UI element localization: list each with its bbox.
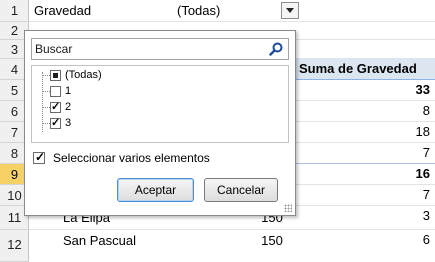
tree-line xyxy=(42,123,50,124)
filter-item-label: 3 xyxy=(65,117,72,129)
checkbox-indeterminate[interactable] xyxy=(50,69,61,81)
multi-select-checkbox[interactable] xyxy=(33,150,45,164)
cancel-button[interactable]: Cancelar xyxy=(204,178,278,202)
tree-line xyxy=(42,75,50,76)
column-header-suma[interactable]: Suma de Gravedad xyxy=(295,58,435,80)
value-cell[interactable]: 33 xyxy=(330,79,430,101)
filter-item-2[interactable]: 2 xyxy=(50,100,71,114)
row-label[interactable]: San Pascual xyxy=(63,230,136,252)
tree-line xyxy=(42,91,50,92)
filter-item-label: (Todas) xyxy=(65,69,102,81)
value-cell[interactable]: 18 xyxy=(330,121,430,143)
filter-item-1[interactable]: 1 xyxy=(50,84,71,98)
resize-grip-icon[interactable] xyxy=(284,204,292,212)
filter-field-cell[interactable]: Gravedad xyxy=(30,0,170,21)
dropdown-arrow-icon xyxy=(286,8,294,13)
filter-dropdown-panel: Buscar (Todas) 1 2 3 Seleccionar va xyxy=(24,30,296,216)
multi-select-label: Seleccionar varios elementos xyxy=(53,151,210,165)
row-number[interactable]: 1 xyxy=(0,0,29,22)
value-cell[interactable]: 8 xyxy=(330,100,430,122)
search-input[interactable]: Buscar xyxy=(31,38,289,60)
value-cell[interactable]: 7 xyxy=(330,184,430,206)
value-cell[interactable]: 16 xyxy=(330,163,430,185)
row-mid-value[interactable]: 150 xyxy=(250,230,294,252)
filter-item-label: 1 xyxy=(65,85,72,97)
accept-button[interactable]: Aceptar xyxy=(117,178,194,202)
filter-value-cell[interactable]: (Todas) xyxy=(171,0,281,21)
search-icon[interactable] xyxy=(269,42,283,56)
filter-item-list: (Todas) 1 2 3 xyxy=(31,65,289,143)
value-cell[interactable]: 3 xyxy=(330,205,430,227)
value-cell[interactable]: 6 xyxy=(330,229,430,251)
row-number[interactable]: 12 xyxy=(0,230,29,262)
tree-line xyxy=(42,107,50,108)
checkbox-unchecked[interactable] xyxy=(50,85,61,97)
filter-item-3[interactable]: 3 xyxy=(50,116,71,130)
value-cell[interactable]: 7 xyxy=(330,142,430,164)
search-placeholder: Buscar xyxy=(35,42,73,56)
filter-item-label: 2 xyxy=(65,101,72,113)
multi-select-option[interactable]: Seleccionar varios elementos xyxy=(33,150,210,165)
checkbox-checked[interactable] xyxy=(50,116,61,129)
filter-item-all[interactable]: (Todas) xyxy=(50,68,102,82)
checkbox-checked[interactable] xyxy=(50,100,61,113)
filter-dropdown-button[interactable] xyxy=(281,2,299,19)
